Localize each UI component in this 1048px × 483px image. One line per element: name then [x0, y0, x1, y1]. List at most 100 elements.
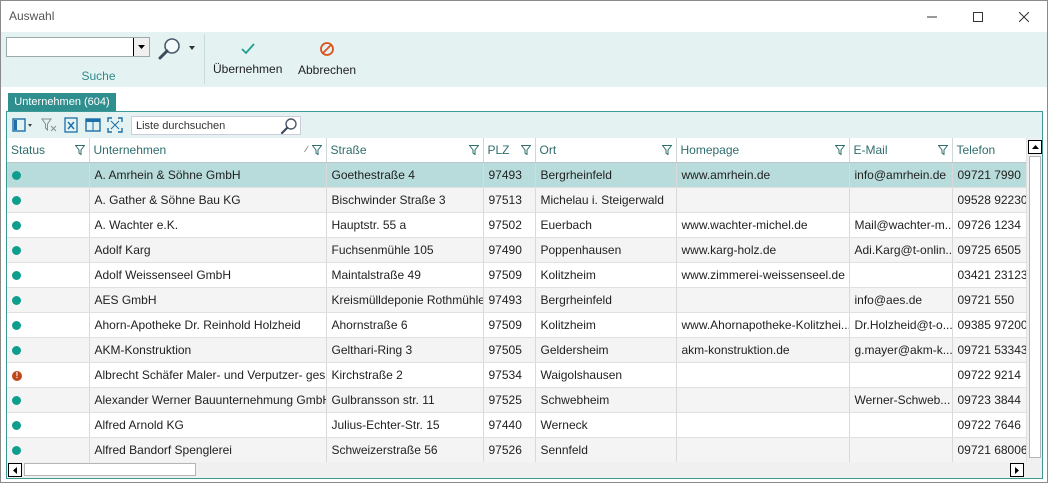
cell-strasse: Gelthari-Ring 3 [326, 337, 484, 363]
cell-plz: 97525 [483, 387, 536, 413]
tab-companies[interactable]: Unternehmen (604) [8, 93, 116, 111]
export-excel-button[interactable] [63, 117, 79, 133]
column-header-ort[interactable]: Ort [535, 138, 677, 163]
close-button[interactable] [1001, 1, 1047, 32]
layout-button[interactable] [85, 117, 101, 133]
status-ok-icon [12, 171, 21, 181]
table-row[interactable]: Ahorn-Apotheke Dr. Reinhold Holzheid Ahor… [7, 312, 1026, 338]
maximize-button[interactable] [955, 1, 1001, 32]
cell-ort: Kolitzheim [535, 262, 677, 288]
cell-strasse: Ahornstraße 6 [326, 312, 484, 338]
horizontal-scrollbar[interactable] [7, 462, 1042, 478]
cell-homepage [676, 287, 850, 313]
cell-strasse: Bischwinder Straße 3 [326, 187, 484, 213]
filter-icon[interactable] [520, 145, 531, 155]
cancel-button[interactable]: Abbrechen [298, 36, 356, 84]
cell-strasse: Maintalstraße 49 [326, 262, 484, 288]
column-header-status[interactable]: Status [7, 138, 90, 163]
minimize-button[interactable] [909, 1, 955, 32]
title-bar: Auswahl [1, 1, 1047, 32]
table-row[interactable]: AKM-Konstruktion Gelthari-Ring 3 97505 Geld… [7, 337, 1026, 363]
cell-ort: Michelau i. Steigerwald [535, 187, 677, 213]
column-chooser-button[interactable] [12, 117, 34, 133]
scroll-left-button[interactable] [8, 463, 22, 477]
table-row[interactable]: Alfred Arnold KG Julius-Echter-Str. 15 974… [7, 412, 1026, 438]
column-header-label: PLZ [487, 143, 510, 157]
cell-ort: Kolitzheim [535, 312, 677, 338]
cell-telefon: 09721 533439 [952, 337, 1026, 363]
arrow-up-icon [1031, 145, 1039, 149]
list-search-input[interactable]: Liste durchsuchen [131, 116, 301, 135]
cell-unternehmen: Adolf Karg [89, 237, 327, 263]
vertical-scroll-thumb[interactable] [1029, 156, 1041, 458]
fit-columns-button[interactable] [107, 117, 123, 133]
search-combobox-dropdown[interactable] [133, 38, 149, 56]
cell-telefon: 09385 97200 [952, 312, 1026, 338]
table-row[interactable]: A. Gather & Söhne Bau KG Bischwinder Stra… [7, 187, 1026, 213]
cell-plz: 97509 [483, 312, 536, 338]
column-header-plz[interactable]: PLZ [483, 138, 536, 163]
warning-status-icon: ! [12, 370, 22, 381]
filter-icon[interactable] [661, 145, 672, 155]
expand-icon [107, 117, 123, 133]
status-cell [7, 212, 90, 238]
table-row[interactable]: AES GmbH Kreismülldeponie Rothmühle 97493 B… [7, 287, 1026, 313]
table-row[interactable]: A. Wachter e.K. Hauptstr. 55 a 97502 Euerba… [7, 212, 1026, 238]
clear-filter-button[interactable] [41, 117, 57, 133]
column-header-homepage[interactable]: Homepage [676, 138, 850, 163]
cell-ort: Bergrheinfeld [535, 287, 677, 313]
search-combobox[interactable] [6, 37, 150, 57]
grid-body: A. Amrhein & Söhne GmbH Goethestraße 4 974… [7, 162, 1026, 462]
cancel-icon [320, 42, 334, 56]
search-dropdown-icon [189, 46, 195, 50]
vertical-scrollbar[interactable] [1026, 138, 1042, 462]
column-header-label: Telefon [956, 143, 996, 157]
status-ok-icon [12, 396, 21, 406]
column-header-email[interactable]: E-Mail [849, 138, 953, 163]
table-row[interactable]: Adolf Karg Fuchsenmühle 105 97490 Poppenhau… [7, 237, 1026, 263]
cell-plz: 97526 [483, 437, 536, 462]
filter-icon[interactable] [937, 145, 948, 155]
cell-ort: Euerbach [535, 212, 677, 238]
columns-icon [12, 118, 32, 132]
column-header-label: Unternehmen [93, 143, 167, 157]
table-row[interactable]: A. Amrhein & Söhne GmbH Goethestraße 4 974… [7, 162, 1026, 188]
accept-button[interactable]: Übernehmen [213, 36, 282, 84]
status-cell [7, 187, 90, 213]
table-row[interactable]: ! Albrecht Schäfer Maler- und Verputzer- … [7, 362, 1026, 388]
status-cell: ! [7, 362, 90, 388]
list-search-placeholder: Liste durchsuchen [136, 120, 226, 132]
magnifier-icon [158, 38, 180, 60]
horizontal-scroll-thumb[interactable] [24, 463, 196, 476]
checkmark-icon [241, 43, 255, 55]
column-header-unternehmen[interactable]: Unternehmen ∕ [89, 138, 327, 163]
cell-strasse: Fuchsenmühle 105 [326, 237, 484, 263]
status-ok-icon [12, 346, 21, 356]
filter-icon[interactable] [468, 145, 479, 155]
column-header-telefon[interactable]: Telefon [952, 138, 1026, 163]
cell-email [849, 187, 953, 213]
cell-unternehmen: Alexander Werner Bauunternehmung GmbH [89, 387, 327, 413]
column-header-strasse[interactable]: Straße [326, 138, 484, 163]
cell-unternehmen: Adolf Weissenseel GmbH [89, 262, 327, 288]
arrow-right-icon [1015, 466, 1019, 474]
status-cell [7, 287, 90, 313]
filter-icon[interactable] [311, 145, 322, 155]
cell-email: info@amrhein.de [849, 162, 953, 188]
filter-icon[interactable] [74, 145, 85, 155]
filter-icon[interactable] [834, 145, 845, 155]
scroll-right-button[interactable] [1010, 463, 1024, 477]
cell-plz: 97505 [483, 337, 536, 363]
cell-strasse: Kreismülldeponie Rothmühle [326, 287, 484, 313]
table-row[interactable]: Alexander Werner Bauunternehmung GmbH Gul… [7, 387, 1026, 413]
scroll-up-button[interactable] [1028, 140, 1042, 154]
status-ok-icon [12, 321, 21, 331]
search-group-label: Suche [81, 69, 116, 83]
cell-telefon: 03421 231232 [952, 262, 1026, 288]
cell-homepage: www.Ahornapotheke-Kolitzhei... [676, 312, 850, 338]
cell-unternehmen: Alfred Arnold KG [89, 412, 327, 438]
table-row[interactable]: Alfred Bandorf Spenglerei Schweizerstraße… [7, 437, 1026, 462]
search-button[interactable] [157, 36, 197, 60]
table-row[interactable]: Adolf Weissenseel GmbH Maintalstraße 49 97… [7, 262, 1026, 288]
cell-strasse: Kirchstraße 2 [326, 362, 484, 388]
